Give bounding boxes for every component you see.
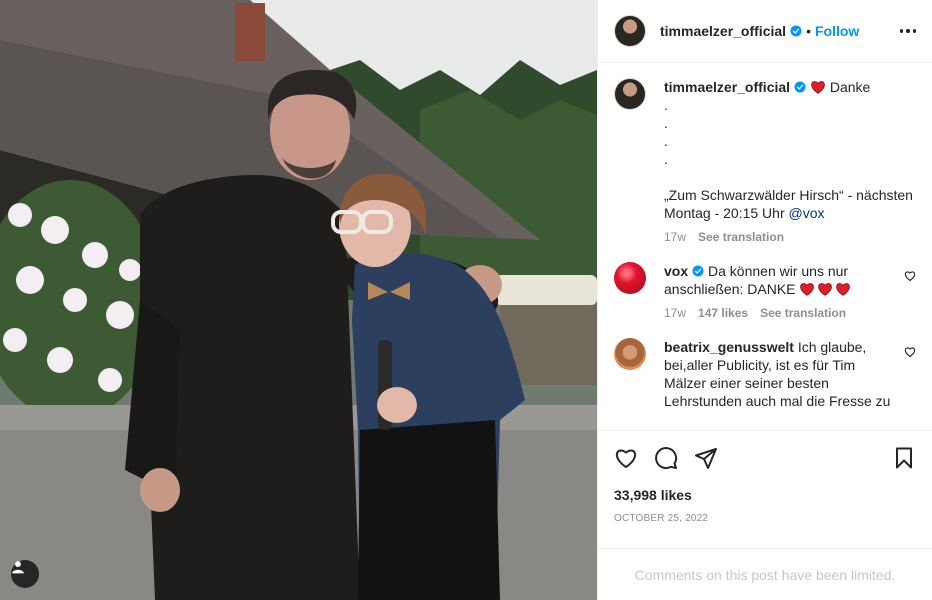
comment-item: beatrix_genusswelt Ich glaube, bei,aller… xyxy=(614,338,916,410)
post-dialog: timmaelzer_official • Follow timmaelzer_… xyxy=(0,0,932,600)
verified-badge-icon xyxy=(790,25,802,37)
more-options-icon[interactable] xyxy=(899,29,916,33)
comment-text-block: vox Da können wir uns nur anschließen: D… xyxy=(664,262,894,298)
person-icon xyxy=(12,561,24,574)
caption-text-block: timmaelzer_official Danke . . . . „Zum S… xyxy=(664,78,916,222)
comment-username[interactable]: beatrix_genusswelt xyxy=(664,339,794,355)
caption-avatar[interactable] xyxy=(614,78,646,110)
post-side-panel: timmaelzer_official • Follow timmaelzer_… xyxy=(597,0,932,600)
post-header: timmaelzer_official • Follow xyxy=(598,0,932,63)
caption-age[interactable]: 17w xyxy=(664,228,686,246)
author-username[interactable]: timmaelzer_official xyxy=(660,23,786,39)
save-bookmark-icon[interactable] xyxy=(892,446,916,470)
comments-limited-notice: Comments on this post have been limited. xyxy=(598,548,932,600)
comment-see-translation[interactable]: See translation xyxy=(760,304,846,322)
follow-button[interactable]: Follow xyxy=(815,23,859,39)
red-heart-icon xyxy=(811,81,825,94)
commenter-avatar-vox[interactable] xyxy=(614,262,646,294)
red-heart-icon xyxy=(818,283,833,296)
like-heart-icon[interactable] xyxy=(614,446,638,470)
comment-age[interactable]: 17w xyxy=(664,304,686,322)
caption: timmaelzer_official Danke . . . . „Zum S… xyxy=(614,78,916,246)
comment-bubble-icon[interactable] xyxy=(654,446,678,470)
action-bar xyxy=(614,431,916,485)
caption-mention-vox[interactable]: @vox xyxy=(789,205,825,221)
verified-badge-icon xyxy=(692,265,704,277)
likes-count[interactable]: 33,998 likes xyxy=(614,487,916,503)
red-heart-icon xyxy=(800,283,815,296)
share-paper-plane-icon[interactable] xyxy=(694,446,718,470)
author-avatar[interactable] xyxy=(614,15,646,47)
comment-username[interactable]: vox xyxy=(664,263,688,279)
post-actions-area: 33,998 likes OCTOBER 25, 2022 xyxy=(598,430,932,524)
red-heart-icon xyxy=(836,283,851,296)
header-separator: • xyxy=(806,23,811,39)
comment-text-block: beatrix_genusswelt Ich glaube, bei,aller… xyxy=(664,338,894,410)
caption-username[interactable]: timmaelzer_official xyxy=(664,79,790,95)
photo-illustration xyxy=(0,0,597,600)
verified-badge-icon xyxy=(794,81,806,93)
commenter-avatar-beatrix[interactable] xyxy=(614,338,646,370)
caption-text: Danke . . . . „Zum Schwarzwälder Hirsch“… xyxy=(664,79,913,221)
comment-likes[interactable]: 147 likes xyxy=(698,304,748,322)
like-comment-heart-icon[interactable] xyxy=(904,346,916,358)
comment-item: vox Da können wir uns nur anschließen: D… xyxy=(614,262,916,322)
caption-see-translation[interactable]: See translation xyxy=(698,228,784,246)
comments-list[interactable]: timmaelzer_official Danke . . . . „Zum S… xyxy=(598,64,932,430)
user-tag-button[interactable] xyxy=(11,560,39,588)
post-date[interactable]: OCTOBER 25, 2022 xyxy=(614,513,916,524)
like-comment-heart-icon[interactable] xyxy=(904,270,916,282)
post-photo[interactable] xyxy=(0,0,597,600)
